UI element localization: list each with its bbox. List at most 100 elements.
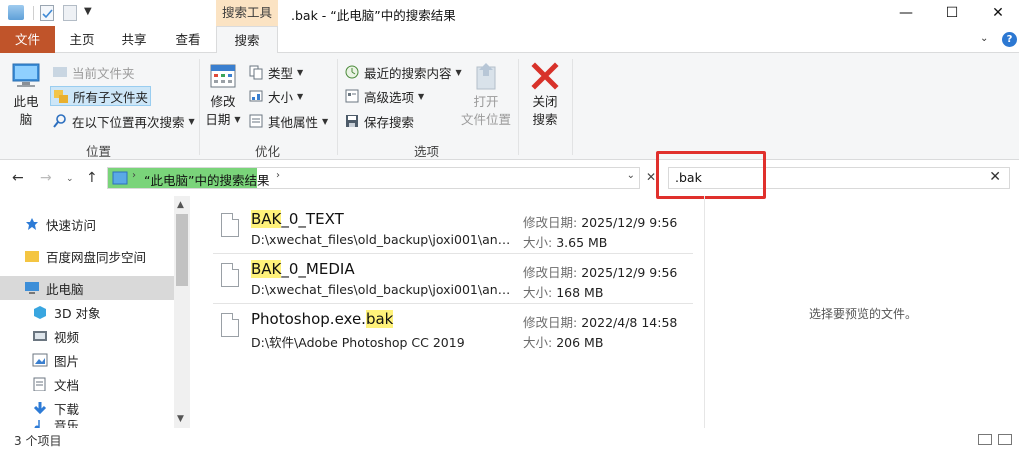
results-list: BAK_0_TEXT D:\xwechat_files\old_backup\j… bbox=[205, 196, 705, 428]
close-search-label-2: 搜索 bbox=[532, 112, 558, 127]
up-arrow-icon[interactable]: ↑ bbox=[86, 170, 98, 186]
tab-search[interactable]: 搜索 bbox=[216, 26, 278, 54]
status-bar: 3 个项目 bbox=[0, 428, 1019, 451]
file-name-prefix: Photoshop.exe. bbox=[251, 310, 366, 328]
subfolders-icon bbox=[53, 88, 69, 104]
file-modified: 修改日期: 2025/12/9 9:56 bbox=[523, 212, 677, 231]
other-properties-button[interactable]: 其他属性 ▼ bbox=[248, 111, 328, 131]
advanced-options-button[interactable]: 高级选项 ▼ bbox=[344, 86, 424, 106]
scroll-up-icon[interactable]: ▲ bbox=[177, 200, 184, 210]
file-icon bbox=[221, 313, 239, 337]
recent-searches-button[interactable]: 最近的搜索内容 ▼ bbox=[344, 62, 462, 82]
tab-view[interactable]: 查看 bbox=[162, 26, 214, 53]
preview-pane-divider[interactable] bbox=[704, 196, 705, 428]
modified-value: 2025/12/9 9:56 bbox=[581, 265, 678, 280]
nav-item-videos[interactable]: 视频 bbox=[0, 324, 174, 348]
nav-item-documents[interactable]: 文档 bbox=[0, 372, 174, 396]
nav-item-label: 此电脑 bbox=[46, 281, 84, 297]
open-file-location-button[interactable]: 打开 文件位置 bbox=[460, 61, 512, 129]
size-button[interactable]: 大小 ▼ bbox=[248, 86, 303, 106]
scrollbar-thumb[interactable] bbox=[176, 214, 188, 286]
nav-item-label: 百度网盘同步空间 bbox=[46, 249, 147, 265]
chevron-down-icon: ▼ bbox=[418, 91, 425, 101]
scroll-down-icon[interactable]: ▼ bbox=[177, 414, 184, 424]
modified-value: 2025/12/9 9:56 bbox=[581, 215, 678, 230]
save-search-button[interactable]: 保存搜索 bbox=[344, 111, 414, 131]
document-icon bbox=[32, 377, 48, 392]
all-subfolders-button[interactable]: 所有子文件夹 bbox=[50, 86, 152, 106]
customize-toolbar-icon[interactable]: ▼ bbox=[84, 6, 92, 24]
calendar-icon bbox=[210, 64, 236, 88]
collapse-ribbon-icon[interactable]: ⌄ bbox=[980, 33, 988, 44]
nav-item-downloads[interactable]: 下载 bbox=[0, 396, 174, 420]
nav-scrollbar[interactable]: ▲ ▼ bbox=[174, 196, 190, 428]
recent-searches-icon bbox=[344, 64, 360, 80]
help-icon[interactable]: ? bbox=[1002, 32, 1017, 47]
video-icon bbox=[32, 329, 48, 343]
date-modified-button[interactable]: 修改 日期 ▼ bbox=[204, 61, 242, 129]
this-pc-label-2: 脑 bbox=[19, 112, 33, 127]
download-icon bbox=[32, 401, 48, 415]
kind-button[interactable]: 类型 ▼ bbox=[248, 62, 303, 82]
clear-search-icon[interactable]: ✕ bbox=[989, 169, 1001, 185]
this-pc-label-1: 此电 bbox=[13, 94, 39, 109]
close-search-button[interactable]: 关闭 搜索 bbox=[526, 61, 564, 129]
address-path: “此电脑”中的搜索结果 bbox=[144, 173, 270, 188]
maximize-button[interactable]: ☐ bbox=[929, 0, 975, 26]
large-icons-view-icon[interactable] bbox=[998, 434, 1012, 445]
current-folder-button[interactable]: 当前文件夹 bbox=[52, 62, 135, 82]
nav-item-label: 快速访问 bbox=[46, 217, 97, 233]
annotation-box bbox=[656, 151, 766, 199]
refine-group-label: 优化 bbox=[255, 144, 281, 159]
file-size: 大小: 206 MB bbox=[523, 332, 603, 351]
nav-item-label: 图片 bbox=[54, 353, 80, 369]
nav-item-3d-objects[interactable]: 3D 对象 bbox=[0, 300, 174, 324]
tab-home[interactable]: 主页 bbox=[58, 26, 106, 53]
breadcrumb-chevron-icon[interactable]: › bbox=[132, 170, 136, 181]
address-dropdown-icon[interactable]: ⌄ bbox=[627, 170, 635, 181]
group-separator bbox=[337, 59, 338, 155]
search-again-button[interactable]: 在以下位置再次搜索 ▼ bbox=[52, 111, 195, 131]
tab-file[interactable]: 文件 bbox=[0, 26, 55, 53]
chevron-down-icon: ▼ bbox=[297, 91, 304, 101]
nav-item-music[interactable]: 音乐 bbox=[0, 420, 174, 428]
nav-item-this-pc[interactable]: 此电脑 bbox=[0, 276, 174, 300]
file-name: BAK_0_TEXT bbox=[251, 210, 344, 228]
list-item[interactable]: BAK_0_MEDIA D:\xwechat_files\old_backup\… bbox=[213, 254, 693, 302]
new-folder-icon[interactable] bbox=[63, 5, 77, 21]
open-location-label-1: 打开 bbox=[473, 94, 499, 109]
nav-item-baidu-sync[interactable]: 百度网盘同步空间 bbox=[0, 244, 174, 268]
forward-arrow-icon[interactable]: → bbox=[40, 170, 52, 186]
properties-icon[interactable] bbox=[40, 5, 54, 21]
date-modified-label-2: 日期 bbox=[205, 112, 231, 127]
size-label: 大小: bbox=[523, 235, 553, 250]
picture-icon bbox=[32, 353, 48, 367]
group-separator bbox=[572, 59, 573, 155]
chevron-down-icon: ▼ bbox=[322, 116, 329, 126]
tab-share[interactable]: 共享 bbox=[110, 26, 158, 53]
address-bar[interactable]: › “此电脑”中的搜索结果 › ⌄ bbox=[107, 167, 640, 189]
file-path: D:\xwechat_files\old_backup\joxi001\andr… bbox=[251, 232, 511, 247]
refresh-icon[interactable]: ✕ bbox=[646, 170, 656, 184]
nav-item-pictures[interactable]: 图片 bbox=[0, 348, 174, 372]
list-item[interactable]: BAK_0_TEXT D:\xwechat_files\old_backup\j… bbox=[213, 204, 693, 252]
size-value: 3.65 MB bbox=[556, 235, 608, 250]
back-arrow-icon[interactable]: ← bbox=[12, 170, 24, 186]
close-button[interactable]: ✕ bbox=[975, 0, 1019, 26]
minimize-button[interactable]: — bbox=[883, 0, 929, 26]
file-name: BAK_0_MEDIA bbox=[251, 260, 355, 278]
chevron-down-icon: ▼ bbox=[297, 67, 304, 77]
breadcrumb-chevron-icon[interactable]: › bbox=[276, 170, 280, 181]
details-view-icon[interactable] bbox=[978, 434, 992, 445]
this-pc-button[interactable]: 此电 脑 bbox=[8, 61, 44, 129]
navigation-pane: 快速访问 百度网盘同步空间 此电脑 3D 对象 视频 图片 文档 下载 音乐 bbox=[0, 196, 190, 428]
size-label: 大小: bbox=[523, 285, 553, 300]
file-size: 大小: 3.65 MB bbox=[523, 232, 607, 251]
recent-locations-icon[interactable]: ⌄ bbox=[66, 174, 74, 184]
date-modified-label-1: 修改 bbox=[210, 94, 236, 109]
modified-value: 2022/4/8 14:58 bbox=[581, 315, 678, 330]
folder-icon bbox=[24, 249, 40, 263]
list-item[interactable]: Photoshop.exe.bak D:\软件\Adobe Photoshop … bbox=[213, 304, 693, 352]
nav-item-quick-access[interactable]: 快速访问 bbox=[0, 212, 174, 236]
size-icon bbox=[248, 88, 264, 104]
